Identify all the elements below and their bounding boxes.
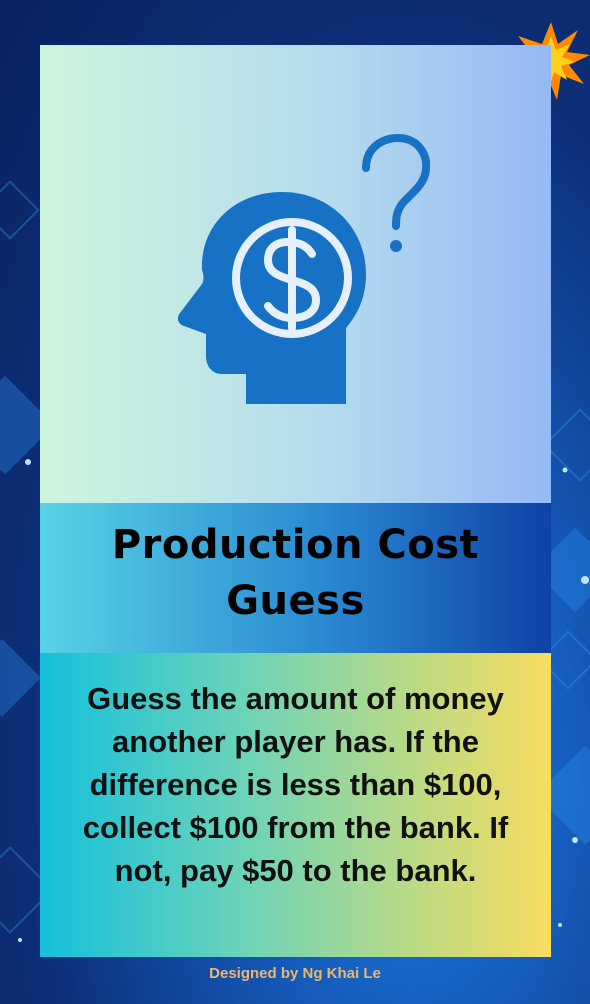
card-description-panel: Guess the amount of money another player…: [40, 653, 551, 957]
card-title: Production Cost Guess: [111, 522, 480, 624]
designer-credit: Designed by Ng Khai Le: [209, 965, 381, 982]
card-title-band: Production Cost Guess: [40, 503, 551, 653]
card-description: Guess the amount of money another player…: [82, 681, 509, 888]
card-illustration-panel: [40, 45, 551, 503]
head-dollar-question-icon: [177, 133, 430, 404]
game-card[interactable]: Production Cost Guess Guess the amount o…: [40, 45, 551, 957]
